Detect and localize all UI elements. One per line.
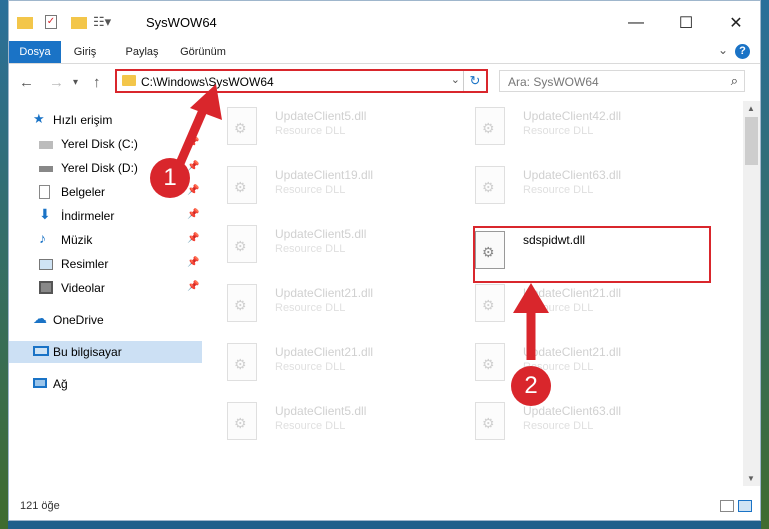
step-badge-1: 1 xyxy=(150,158,190,198)
arrow-1-shaft xyxy=(173,106,209,170)
annotation-arrows xyxy=(173,84,549,360)
step-badge-2: 2 xyxy=(511,366,551,406)
arrow-2-head xyxy=(513,283,549,313)
